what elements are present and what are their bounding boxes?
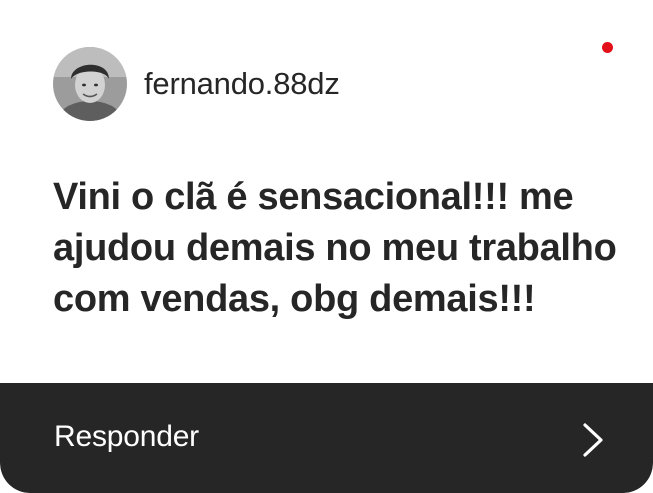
chevron-right-icon (583, 423, 603, 457)
comment-text: Vini o clã é sensacional!!! me ajudou de… (53, 176, 617, 320)
reply-button[interactable]: Responder (0, 383, 653, 493)
avatar[interactable] (53, 47, 127, 121)
comment-header: fernando.88dz (53, 47, 340, 121)
comment-card: fernando.88dz Vini o clã é sensacional!!… (0, 0, 653, 493)
avatar-photo-icon (53, 47, 127, 121)
notification-dot (602, 42, 613, 53)
reply-label: Responder (54, 420, 199, 453)
username[interactable]: fernando.88dz (144, 66, 340, 102)
